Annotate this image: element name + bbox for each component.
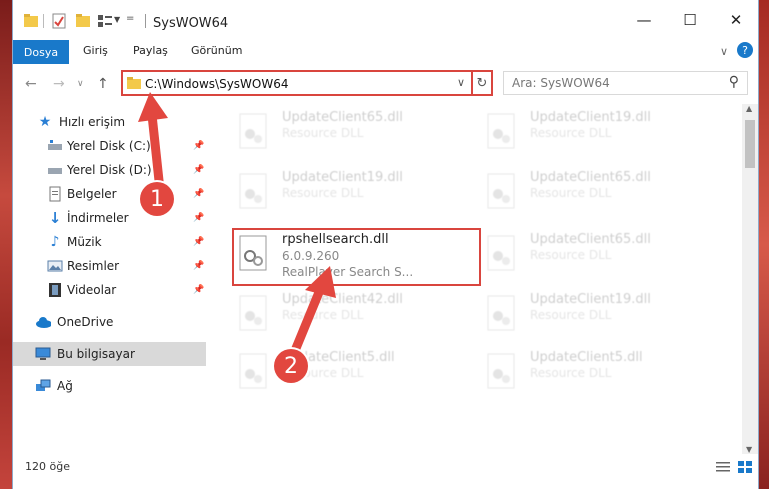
arrow-to-address-bar [147,114,165,191]
arrow-head-2 [305,266,336,298]
callout-step-1: 1 [140,182,174,216]
arrow-to-file [287,283,327,360]
callout-step-2: 2 [274,349,308,383]
annotation-arrows [138,92,336,360]
arrow-head-1 [138,92,168,122]
